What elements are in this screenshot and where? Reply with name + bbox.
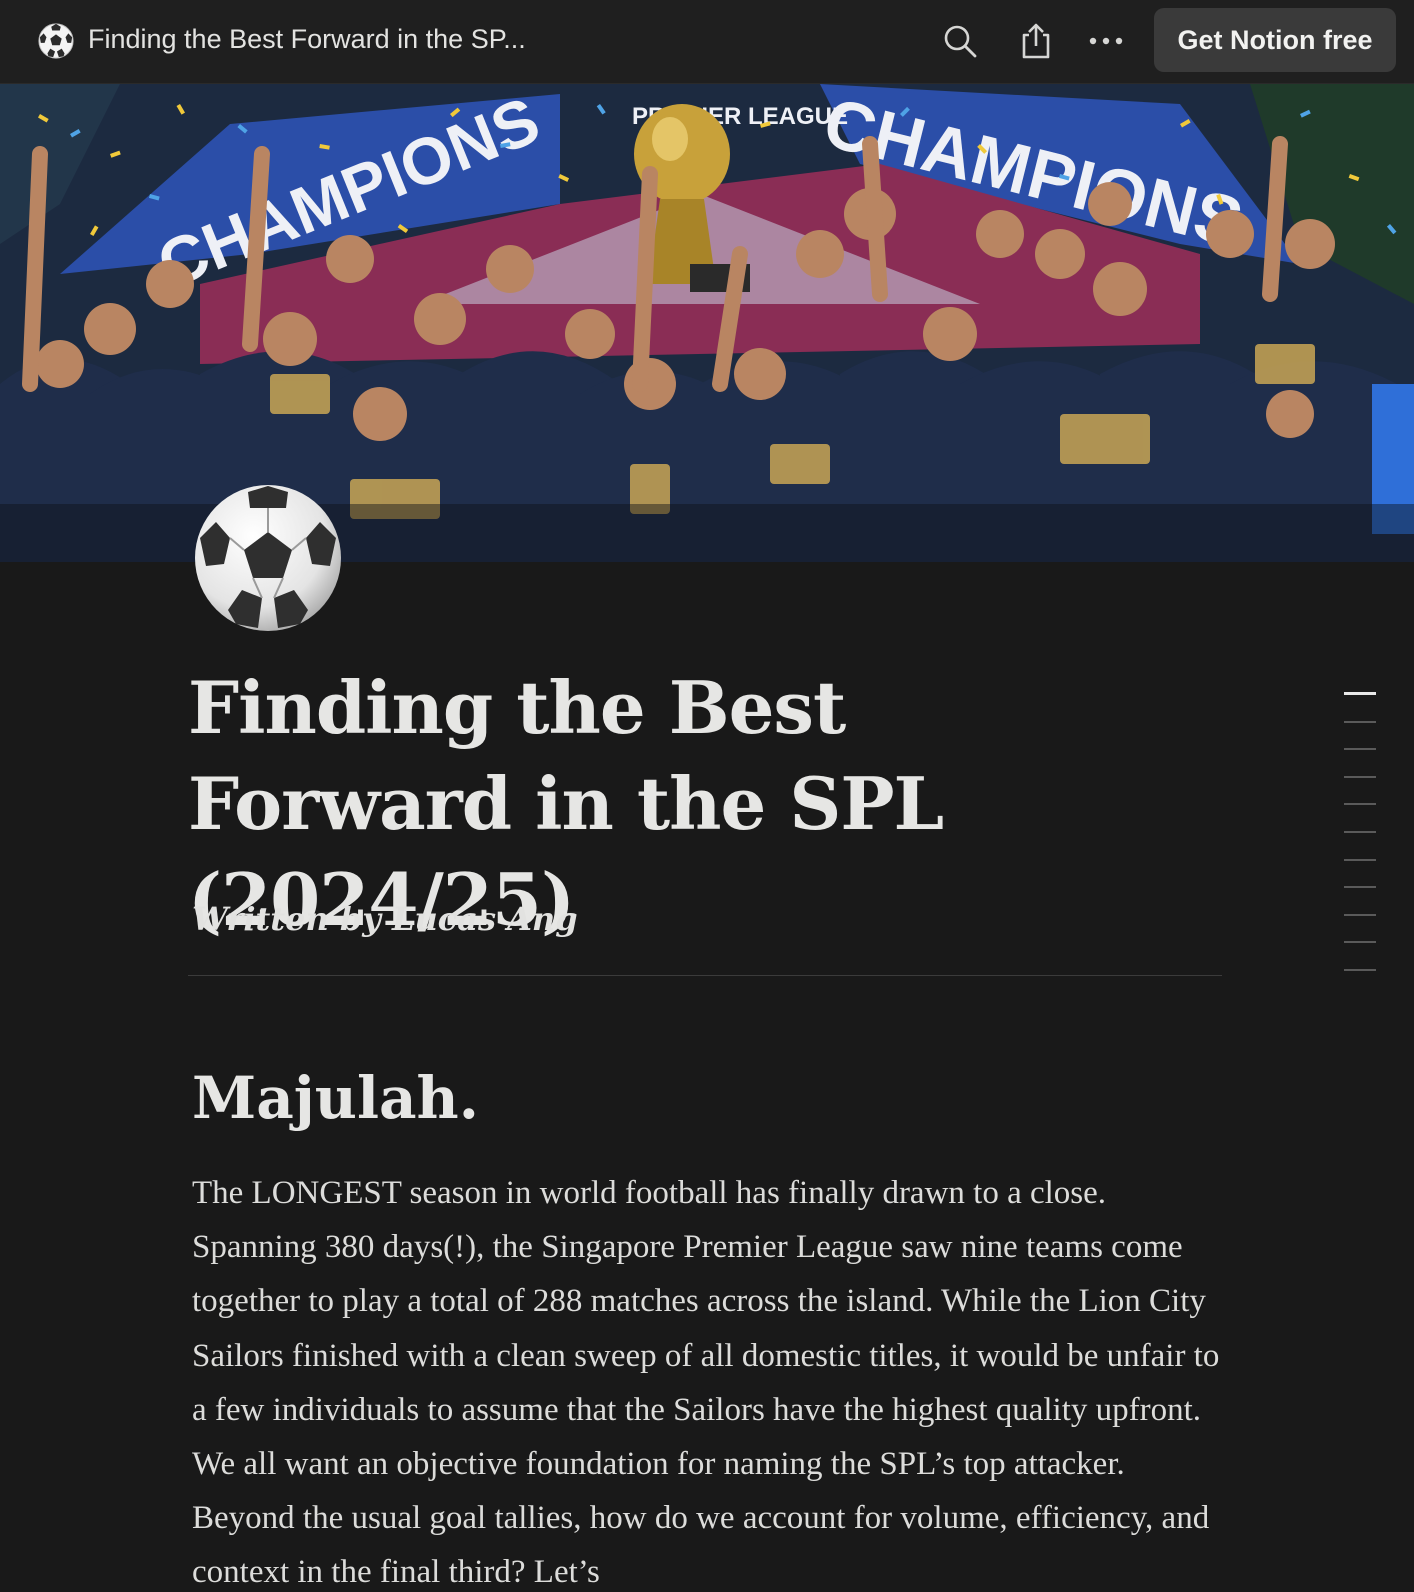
toc-item[interactable] [1344,803,1376,806]
toc-item[interactable] [1344,886,1376,889]
breadcrumb-title[interactable]: Finding the Best Forward in the SP... [88,24,526,55]
toc-item[interactable] [1344,720,1376,723]
toc-item[interactable] [1344,913,1376,916]
top-bar: Finding the Best Forward in the SP... Ge… [0,0,1414,84]
toc-item[interactable] [1344,858,1376,861]
table-of-contents[interactable] [1344,692,1378,997]
section-heading: Majulah. [192,1064,479,1132]
toc-item[interactable] [1344,692,1376,695]
toc-item[interactable] [1344,748,1376,751]
soccer-ball-icon [38,23,74,59]
soccer-ball-icon [195,485,341,631]
toc-item[interactable] [1344,775,1376,778]
search-icon[interactable] [938,19,982,63]
more-icon[interactable] [1084,19,1128,63]
toc-item[interactable] [1344,968,1376,971]
divider [188,975,1222,976]
get-notion-free-button[interactable]: Get Notion free [1154,8,1396,72]
intro-paragraph: The LONGEST season in world football has… [192,1175,1220,1591]
share-icon[interactable] [1014,19,1058,63]
toc-item[interactable] [1344,941,1376,944]
author-byline: Written by Lucas Ang [192,900,578,938]
toc-item[interactable] [1344,830,1376,833]
